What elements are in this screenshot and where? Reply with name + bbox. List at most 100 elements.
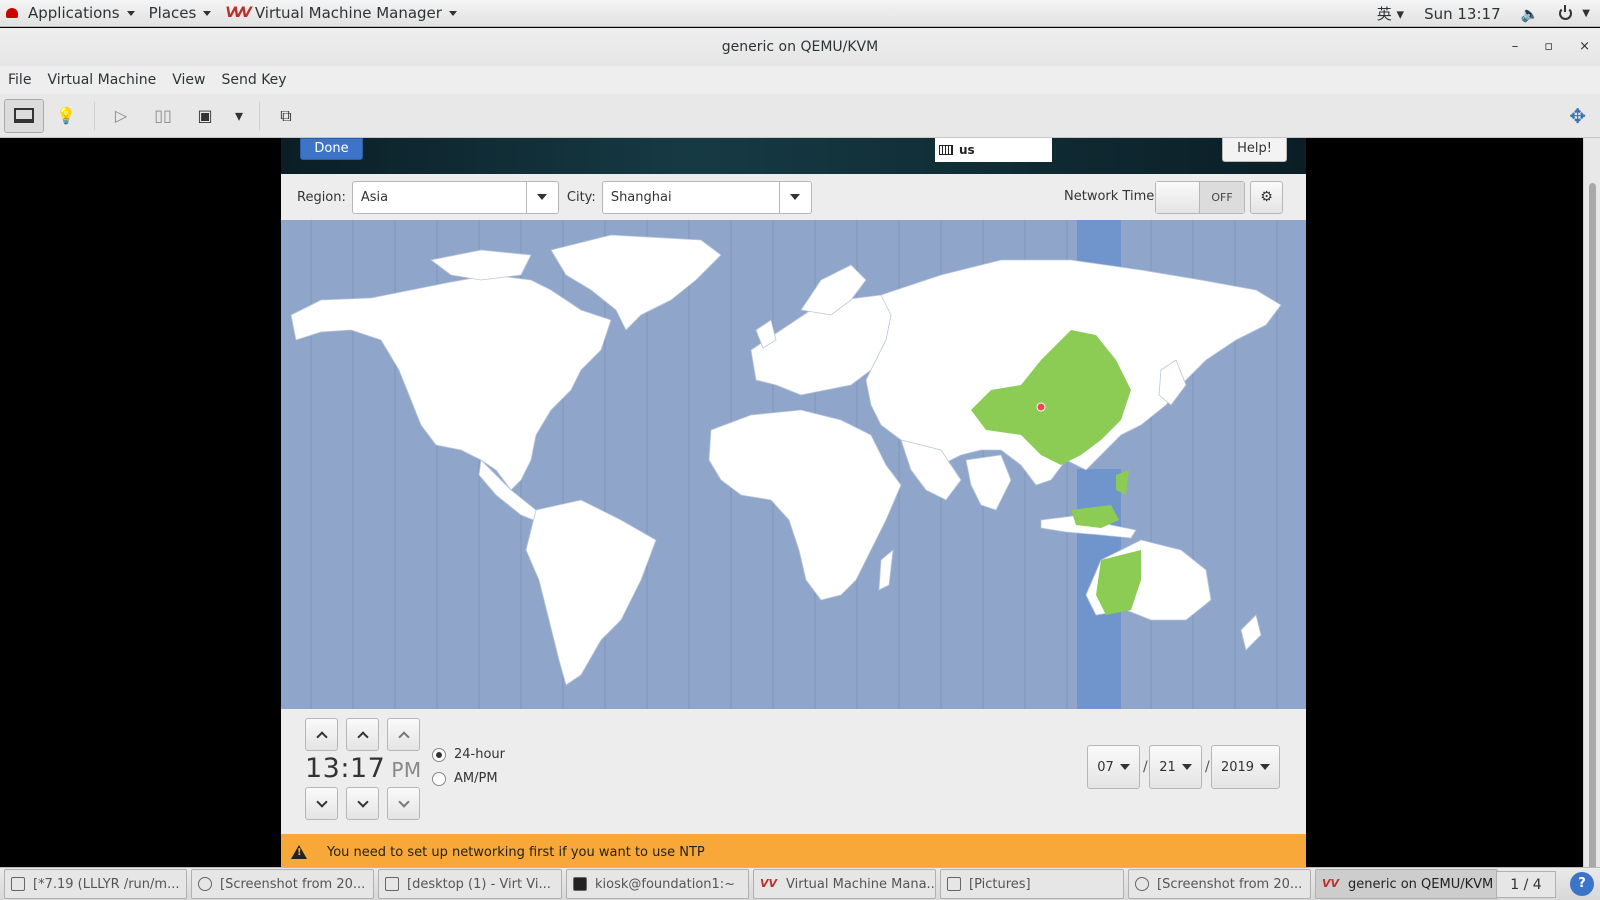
guest-display[interactable]: Done us Help! Region: Asia City: Shangha… <box>281 138 1306 880</box>
snapshots-button[interactable]: ⧉ <box>266 99 306 133</box>
volume-icon[interactable]: 🔈 <box>1521 5 1540 23</box>
ntp-warning-text: You need to set up networking first if y… <box>327 844 705 860</box>
city-combo[interactable]: Shanghai <box>601 180 812 214</box>
input-method-label: 英 <box>1376 5 1392 23</box>
monitor-icon <box>14 108 34 123</box>
task-item[interactable]: [Screenshot from 20... <box>1128 869 1311 899</box>
task-item[interactable]: [desktop (1) - Virt Vi... <box>378 869 562 899</box>
help-icon[interactable]: ? <box>1570 872 1594 896</box>
warning-icon <box>291 845 307 859</box>
run-button[interactable]: ▷ <box>101 99 141 133</box>
city-label: City: <box>566 189 596 205</box>
city-pin-icon <box>1036 402 1046 412</box>
chevron-down-icon <box>1119 764 1130 770</box>
console-view-button[interactable] <box>4 98 44 133</box>
task-item[interactable]: [*7.19 (LLLYR /run/m... <box>4 869 187 899</box>
scrollbar-thumb[interactable] <box>1589 183 1596 873</box>
play-icon: ▷ <box>114 106 128 125</box>
ampm-up-button[interactable] <box>387 718 420 751</box>
month-combo[interactable]: 07 <box>1087 745 1140 789</box>
task-item[interactable]: [Pictures] <box>940 869 1124 899</box>
year-combo[interactable]: 2019 <box>1211 745 1280 789</box>
console-viewer[interactable]: Done us Help! Region: Asia City: Shangha… <box>0 138 1600 880</box>
ampm-down-button[interactable] <box>387 787 420 820</box>
format-24h-radio[interactable]: 24-hour <box>432 747 505 762</box>
chevron-down-icon <box>1260 764 1271 770</box>
day-value: 21 <box>1159 759 1176 775</box>
anaconda-header: Done us Help! <box>281 138 1306 174</box>
ntp-config-button[interactable]: ⚙ <box>1250 181 1283 214</box>
ntp-warning-bar: You need to set up networking first if y… <box>281 834 1306 870</box>
chevron-down-icon[interactable]: ▼ <box>1582 8 1590 19</box>
format-ampm-radio[interactable]: AM/PM <box>432 771 498 786</box>
toolbar-separator <box>259 101 260 130</box>
shutdown-button[interactable]: ▣ <box>185 99 225 133</box>
maximize-button[interactable]: ▫ <box>1544 28 1553 66</box>
network-time-switch[interactable]: OFF <box>1155 181 1245 214</box>
done-button[interactable]: Done <box>300 138 363 160</box>
panel-clock[interactable]: Sun 13:17 <box>1424 5 1501 23</box>
input-method-indicator[interactable]: 英 ▾ <box>1377 3 1404 24</box>
minute-down-button[interactable] <box>346 787 379 820</box>
minimize-button[interactable]: – <box>1512 28 1519 66</box>
taskbar: [*7.19 (LLLYR /run/m... [Screenshot from… <box>0 867 1600 900</box>
keyboard-layout-indicator[interactable]: us <box>935 138 1052 162</box>
task-item-active[interactable]: VV generic on QEMU/KVM <box>1315 869 1498 899</box>
window-title: generic on QEMU/KVM <box>721 39 879 55</box>
applications-label: Applications <box>28 4 120 22</box>
menu-send-key[interactable]: Send Key <box>221 72 286 88</box>
app-menu[interactable]: VVV Virtual Machine Manager <box>219 0 465 27</box>
world-map[interactable] <box>281 220 1306 709</box>
toolbar: 💡 ▷ ▯▯ ▣ ▾ ⧉ ✥ <box>0 94 1600 138</box>
chevron-up-icon <box>315 730 328 743</box>
city-value: Shanghai <box>610 189 672 205</box>
clock-display: 13:17 PM <box>305 753 422 784</box>
power-off-icon: ▣ <box>197 106 213 125</box>
task-label: kiosk@foundation1:~ <box>595 876 736 892</box>
network-time-label: Network Time <box>1064 189 1155 204</box>
day-combo[interactable]: 21 <box>1149 745 1202 789</box>
minute-up-button[interactable] <box>346 718 379 751</box>
task-item[interactable]: kiosk@foundation1:~ <box>566 869 749 899</box>
power-icon[interactable] <box>1559 5 1573 20</box>
format-24h-label: 24-hour <box>454 747 506 762</box>
menubar: File Virtual Machine View Send Key <box>0 66 1600 94</box>
timezone-map[interactable] <box>281 220 1306 709</box>
fullscreen-icon[interactable]: ✥ <box>1569 104 1586 128</box>
switch-state: OFF <box>1200 182 1244 213</box>
vertical-scrollbar[interactable] <box>1583 138 1600 880</box>
workspace-indicator[interactable]: 1 / 4 <box>1496 871 1556 898</box>
close-button[interactable]: × <box>1579 28 1590 66</box>
chevron-down-icon <box>356 795 369 808</box>
details-view-button[interactable]: 💡 <box>46 99 86 133</box>
pause-button[interactable]: ▯▯ <box>143 99 183 133</box>
hour-up-button[interactable] <box>305 718 338 751</box>
chevron-down-icon <box>1181 764 1192 770</box>
menu-virtual-machine[interactable]: Virtual Machine <box>47 72 156 88</box>
region-combo[interactable]: Asia <box>351 180 559 214</box>
applications-menu[interactable]: Applications <box>0 0 143 27</box>
window-titlebar[interactable]: generic on QEMU/KVM – ▫ × <box>0 28 1600 66</box>
radio-icon <box>432 747 446 762</box>
task-item[interactable]: [Screenshot from 20... <box>191 869 374 899</box>
lightbulb-icon: 💡 <box>56 106 76 125</box>
keyboard-icon <box>939 145 953 155</box>
image-viewer-icon <box>1135 877 1149 891</box>
task-label: [desktop (1) - Virt Vi... <box>407 876 551 892</box>
month-value: 07 <box>1097 759 1114 775</box>
hour-down-button[interactable] <box>305 787 338 820</box>
task-item[interactable]: VV Virtual Machine Mana... <box>753 869 936 899</box>
shutdown-menu-button[interactable]: ▾ <box>227 99 251 133</box>
places-menu[interactable]: Places <box>143 0 220 27</box>
chevron-down-icon: ▾ <box>234 106 244 125</box>
app-menu-label: Virtual Machine Manager <box>254 4 442 22</box>
chevron-up-icon <box>397 730 410 743</box>
image-viewer-icon <box>198 877 212 891</box>
text-editor-icon <box>11 877 25 891</box>
menu-view[interactable]: View <box>172 72 205 88</box>
help-button[interactable]: Help! <box>1222 138 1287 162</box>
virt-manager-icon: VV <box>760 877 778 890</box>
time-date-panel: 13:17 PM 24-hour AM/PM 07 / 21 / 2019 <box>281 709 1306 834</box>
terminal-icon <box>573 877 587 891</box>
menu-file[interactable]: File <box>8 72 31 88</box>
